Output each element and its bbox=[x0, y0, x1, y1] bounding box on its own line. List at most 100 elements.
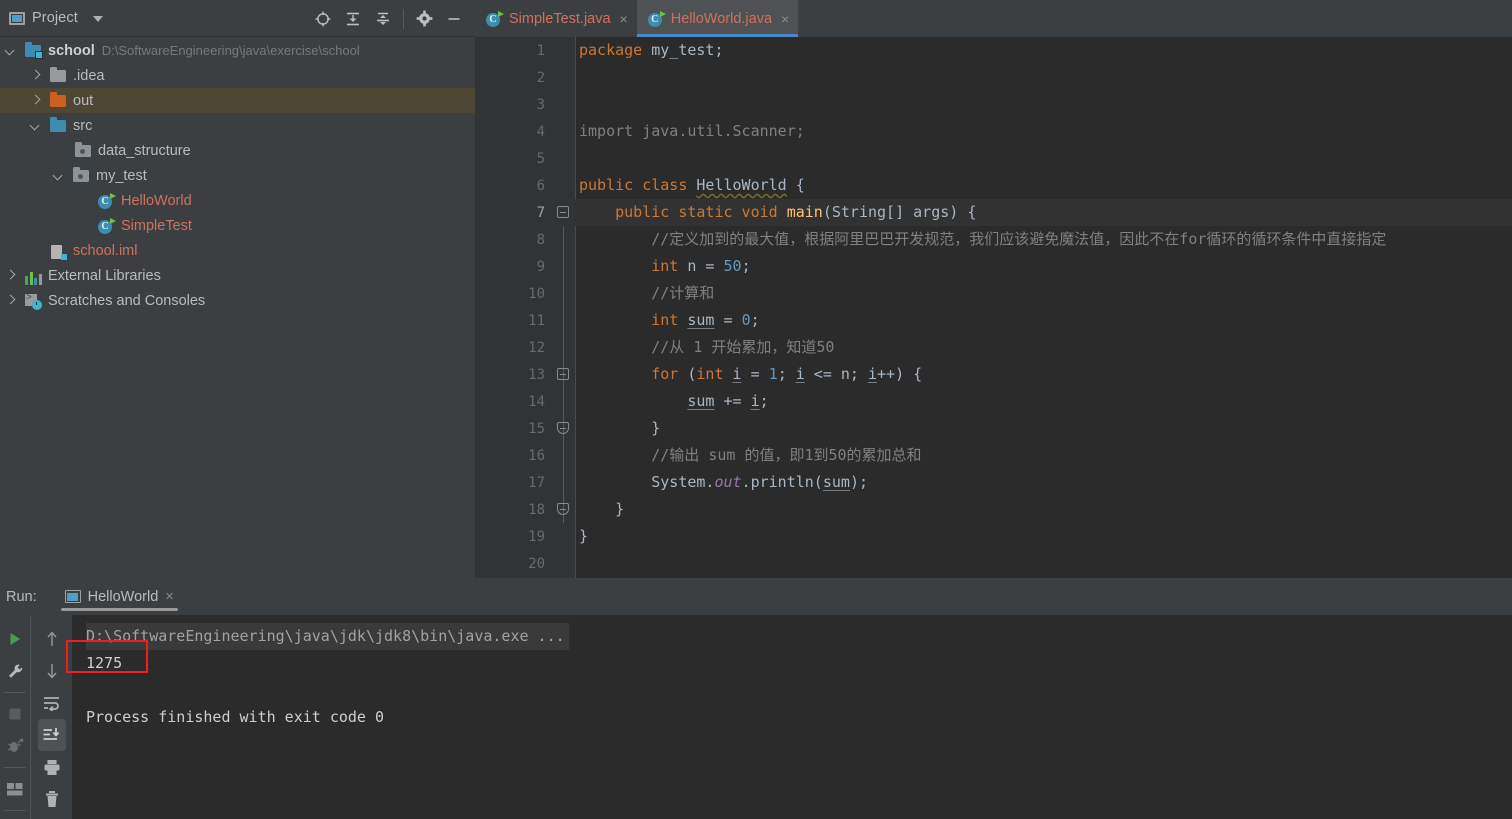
debug-icon[interactable] bbox=[1, 730, 29, 762]
console-actions-toolbar bbox=[30, 615, 72, 819]
run-tab-helloworld[interactable]: HelloWorld × bbox=[59, 578, 180, 615]
wrench-icon[interactable] bbox=[1, 655, 29, 687]
tree-item-external-libraries[interactable]: External Libraries bbox=[0, 263, 475, 288]
code-line-14: sum += i; bbox=[687, 392, 769, 410]
chevron-right-icon[interactable] bbox=[30, 96, 40, 106]
fold-marker-for[interactable] bbox=[553, 361, 575, 388]
scratches-icon bbox=[25, 292, 42, 310]
tab-label: HelloWorld.java bbox=[670, 10, 773, 27]
trash-icon[interactable] bbox=[38, 783, 66, 815]
editor-tab-simpletest[interactable]: C SimpleTest.java × bbox=[475, 0, 637, 37]
line-number-gutter: 1 2 3 4 5 6 7 8 9 10 11 12 13 14 15 16 1… bbox=[475, 37, 553, 578]
run-tool-window: Run: HelloWorld × D:\SoftwareEngineering… bbox=[0, 578, 1512, 819]
locate-icon[interactable] bbox=[308, 4, 338, 34]
close-icon[interactable]: × bbox=[165, 589, 173, 605]
line-number: 15 bbox=[528, 420, 545, 437]
chevron-down-icon[interactable] bbox=[53, 171, 63, 181]
tree-item-data-structure[interactable]: data_structure bbox=[0, 138, 475, 163]
code-line-18: } bbox=[579, 500, 625, 518]
tree-item-simpletest[interactable]: C SimpleTest bbox=[0, 213, 475, 238]
tree-label: src bbox=[73, 117, 93, 134]
java-class-icon: C bbox=[98, 192, 116, 210]
minimize-icon[interactable] bbox=[439, 4, 469, 34]
soft-wrap-icon[interactable] bbox=[38, 687, 66, 719]
tree-label: .idea bbox=[73, 67, 105, 84]
tree-item-scratches-and-consoles[interactable]: Scratches and Consoles bbox=[0, 288, 475, 313]
line-number: 9 bbox=[536, 258, 545, 275]
tree-item-src[interactable]: src bbox=[0, 113, 475, 138]
tab-label: SimpleTest.java bbox=[509, 10, 611, 27]
chevron-down-icon[interactable] bbox=[5, 46, 15, 56]
line-number: 12 bbox=[528, 339, 545, 356]
fold-end-for[interactable] bbox=[553, 415, 575, 442]
run-configuration-icon bbox=[64, 590, 81, 603]
code-editor[interactable]: 1 2 3 4 5 6 7 8 9 10 11 12 13 14 15 16 1… bbox=[475, 37, 1512, 578]
tree-item-my-test[interactable]: my_test bbox=[0, 163, 475, 188]
code-line-1: package my_test; bbox=[579, 41, 724, 59]
print-icon[interactable] bbox=[38, 751, 66, 783]
tree-item-helloworld[interactable]: C HelloWorld bbox=[0, 188, 475, 213]
tree-item-out[interactable]: out bbox=[0, 88, 475, 113]
collapse-all-icon[interactable] bbox=[368, 4, 398, 34]
arrow-up-icon[interactable] bbox=[38, 623, 66, 655]
run-panel-label: Run: bbox=[6, 588, 37, 605]
tree-label: out bbox=[73, 92, 94, 109]
code-text[interactable]: package my_test; import java.util.Scanne… bbox=[575, 37, 1512, 578]
folder-icon bbox=[50, 67, 67, 84]
code-line-9: int n = 50; bbox=[651, 257, 751, 275]
console-line: 1275 bbox=[86, 654, 123, 672]
gear-icon[interactable] bbox=[409, 4, 439, 34]
chevron-right-icon[interactable] bbox=[5, 296, 15, 306]
folder-icon bbox=[50, 117, 67, 134]
run-actions-toolbar bbox=[0, 615, 30, 819]
code-line-15: } bbox=[579, 419, 661, 437]
code-line-12: //从 1 开始累加，知道50 bbox=[579, 338, 835, 356]
iml-file-icon bbox=[50, 244, 67, 260]
fold-end-method[interactable] bbox=[553, 496, 575, 523]
chevron-down-icon[interactable] bbox=[30, 121, 40, 131]
line-number: 18 bbox=[528, 501, 545, 518]
code-line-11: int sum = 0; bbox=[651, 311, 760, 329]
project-title-group[interactable]: Project bbox=[0, 10, 103, 26]
line-number: 3 bbox=[536, 96, 545, 113]
code-folding-gutter[interactable] bbox=[553, 37, 575, 578]
tree-label: school bbox=[48, 42, 95, 59]
chevron-right-icon[interactable] bbox=[30, 71, 40, 81]
stop-icon[interactable] bbox=[1, 698, 29, 730]
line-number: 4 bbox=[536, 123, 545, 140]
line-number: 5 bbox=[536, 150, 545, 167]
code-line-7: public static void main(String[] args) { bbox=[575, 199, 1512, 226]
arrow-down-icon[interactable] bbox=[38, 655, 66, 687]
scroll-to-end-icon[interactable] bbox=[37, 719, 66, 751]
code-line-6: public class HelloWorld { bbox=[579, 176, 805, 194]
line-number: 7 bbox=[536, 204, 545, 221]
code-line-10: //计算和 bbox=[579, 284, 715, 302]
chevron-down-icon[interactable] bbox=[92, 16, 103, 22]
project-tree[interactable]: school D:\SoftwareEngineering\java\exerc… bbox=[0, 38, 475, 578]
tree-item-idea[interactable]: .idea bbox=[0, 63, 475, 88]
expand-all-icon[interactable] bbox=[338, 4, 368, 34]
close-icon[interactable]: × bbox=[620, 11, 628, 27]
run-icon[interactable] bbox=[1, 623, 29, 655]
close-icon[interactable]: × bbox=[781, 11, 789, 27]
code-line-4: import java.util.Scanner; bbox=[579, 122, 805, 140]
console-output[interactable]: D:\SoftwareEngineering\java\jdk\jdk8\bin… bbox=[72, 615, 1512, 819]
tree-item-school[interactable]: school D:\SoftwareEngineering\java\exerc… bbox=[0, 38, 475, 63]
line-number: 2 bbox=[536, 69, 545, 86]
line-number: 1 bbox=[536, 42, 545, 59]
layout-icon[interactable] bbox=[1, 773, 29, 805]
java-class-icon: C bbox=[98, 217, 116, 235]
project-panel-header: Project bbox=[0, 0, 475, 37]
code-line-8: //定义加到的最大值，根据阿里巴巴开发规范，我们应该避免魔法值，因此不在for循… bbox=[579, 230, 1387, 248]
editor-tab-helloworld[interactable]: C HelloWorld.java × bbox=[636, 0, 799, 37]
chevron-right-icon[interactable] bbox=[5, 271, 15, 281]
project-panel-title: Project bbox=[32, 10, 78, 26]
tree-label: SimpleTest bbox=[121, 217, 192, 234]
console-command: D:\SoftwareEngineering\java\jdk\jdk8\bin… bbox=[86, 623, 569, 650]
package-icon bbox=[73, 167, 90, 184]
fold-marker-method[interactable] bbox=[553, 199, 575, 226]
tree-item-school-iml[interactable]: school.iml bbox=[0, 238, 475, 263]
project-path: D:\SoftwareEngineering\java\exercise\sch… bbox=[101, 43, 360, 58]
